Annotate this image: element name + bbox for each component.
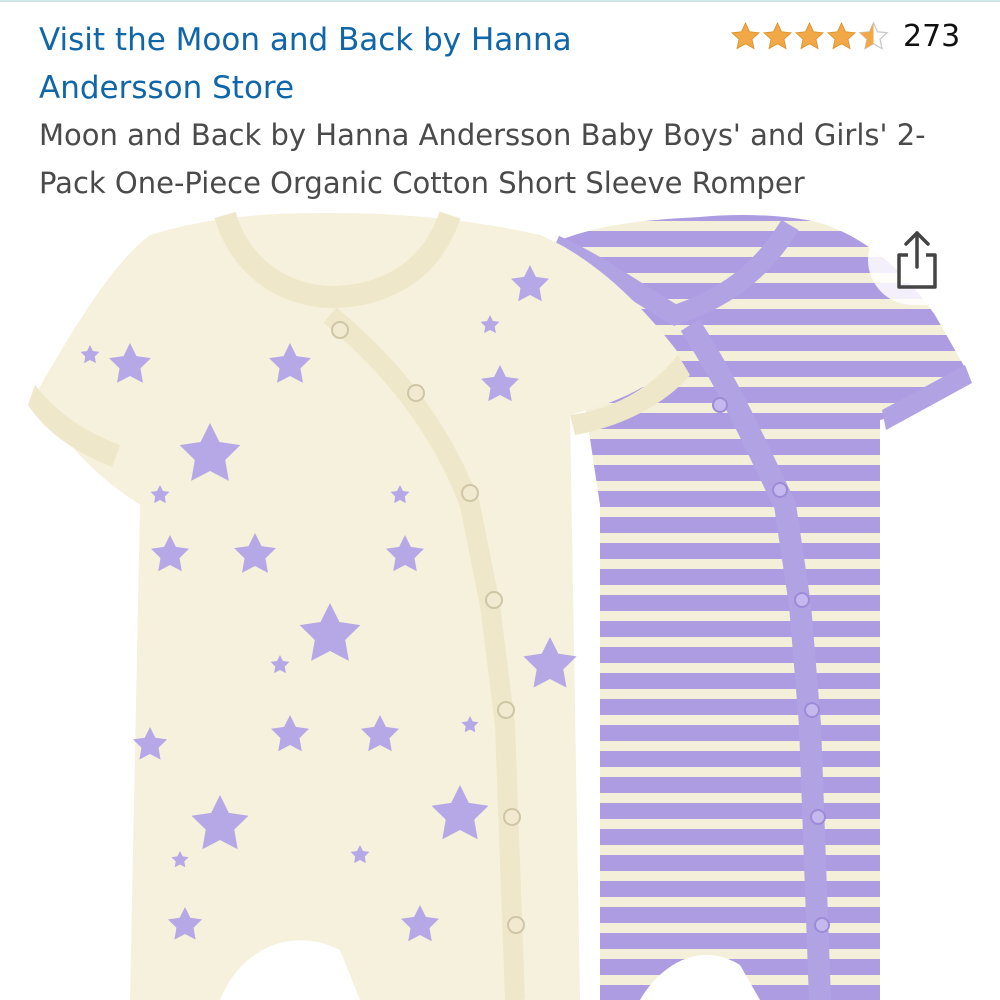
share-button[interactable] — [868, 215, 968, 305]
star-full-icon — [795, 21, 824, 49]
review-count[interactable]: 273 — [903, 19, 960, 54]
product-image — [28, 211, 972, 1000]
star-half-icon — [858, 20, 889, 50]
star-romper — [28, 211, 690, 1000]
rating-summary[interactable]: 273 — [730, 14, 960, 58]
star-full-icon — [731, 21, 760, 49]
product-header: Visit the Moon and Back by Hanna Anderss… — [0, 0, 1000, 205]
star-full-icon — [827, 21, 856, 49]
product-image-area[interactable] — [0, 205, 1000, 1000]
star-full-icon — [763, 21, 792, 49]
product-title: Moon and Back by Hanna Andersson Baby Bo… — [39, 118, 926, 200]
share-icon — [897, 231, 937, 289]
visit-store-link[interactable]: Visit the Moon and Back by Hanna Anderss… — [39, 16, 679, 112]
star-rating[interactable] — [730, 20, 889, 52]
